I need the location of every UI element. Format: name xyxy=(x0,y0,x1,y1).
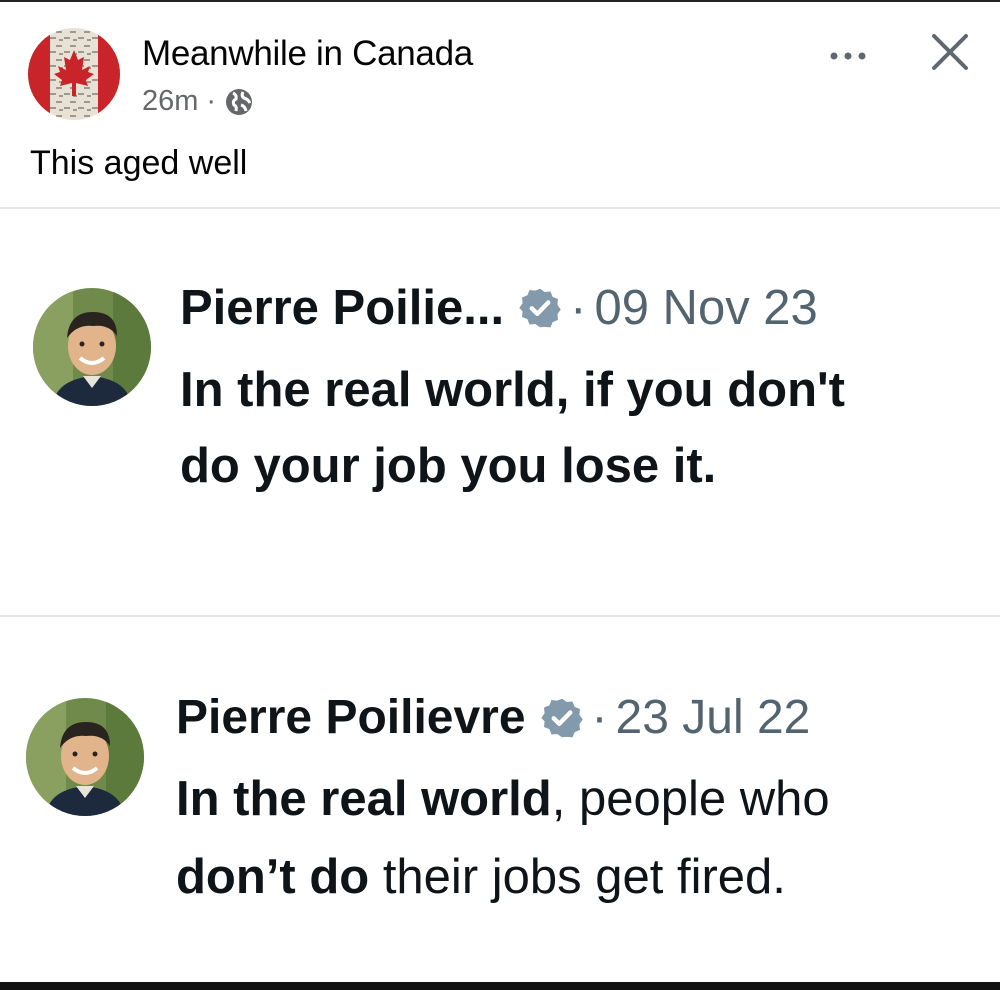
tweet-author-name[interactable]: Pierre Poilievre xyxy=(176,690,526,745)
canada-flag-icon xyxy=(28,28,120,120)
more-options-button[interactable] xyxy=(823,36,873,76)
tweet-text-bold: In the real world xyxy=(176,772,552,826)
close-button[interactable] xyxy=(928,30,972,74)
page-avatar[interactable] xyxy=(28,28,120,120)
tweet-text: In the real world, if you don't do your … xyxy=(180,352,845,504)
profile-photo-icon xyxy=(26,698,144,816)
tweet-date[interactable]: 09 Nov 23 xyxy=(594,280,817,336)
verified-badge-icon xyxy=(519,288,561,328)
tweet-separator: · xyxy=(591,691,608,744)
post-time[interactable]: 26m xyxy=(142,85,198,118)
post-caption: This aged well xyxy=(30,144,248,182)
bottom-border xyxy=(0,982,1000,990)
page-name[interactable]: Meanwhile in Canada xyxy=(142,34,473,74)
divider xyxy=(0,207,1000,209)
divider xyxy=(0,615,1000,617)
avatar[interactable] xyxy=(26,698,144,816)
tweet-author-name[interactable]: Pierre Poilie... xyxy=(180,280,504,336)
tweet-text: In the real world, people who don’t do t… xyxy=(176,760,830,916)
close-icon xyxy=(932,34,968,70)
tweet-text-line: In the real world, people who xyxy=(176,760,830,838)
tweet-text-line: do your job you lose it. xyxy=(180,439,717,493)
verified-badge-icon xyxy=(540,698,583,737)
tweet-text-line: don’t do their jobs get fired. xyxy=(176,838,830,916)
tweet-text-line: In the real world, if you don't xyxy=(180,363,845,417)
tweet-text-bold: don’t do xyxy=(176,850,370,904)
tweet-separator: · xyxy=(570,281,587,335)
post-header: Meanwhile in Canada 26m · xyxy=(28,28,972,128)
top-border xyxy=(0,0,1000,2)
tweet-text-regular: , people who xyxy=(551,772,830,826)
tweet-header: Pierre Poilie... · 09 Nov 23 xyxy=(180,280,818,336)
more-options-icon xyxy=(830,52,866,60)
post-meta: 26m · xyxy=(142,85,254,118)
globe-icon xyxy=(226,88,253,115)
avatar[interactable] xyxy=(33,288,151,406)
tweet-date[interactable]: 23 Jul 22 xyxy=(616,690,811,745)
profile-photo-icon xyxy=(33,288,151,406)
tweet-header: Pierre Poilievre · 23 Jul 22 xyxy=(176,690,810,745)
tweet-text-regular: their jobs get fired. xyxy=(369,850,786,904)
meta-separator: · xyxy=(206,85,217,117)
